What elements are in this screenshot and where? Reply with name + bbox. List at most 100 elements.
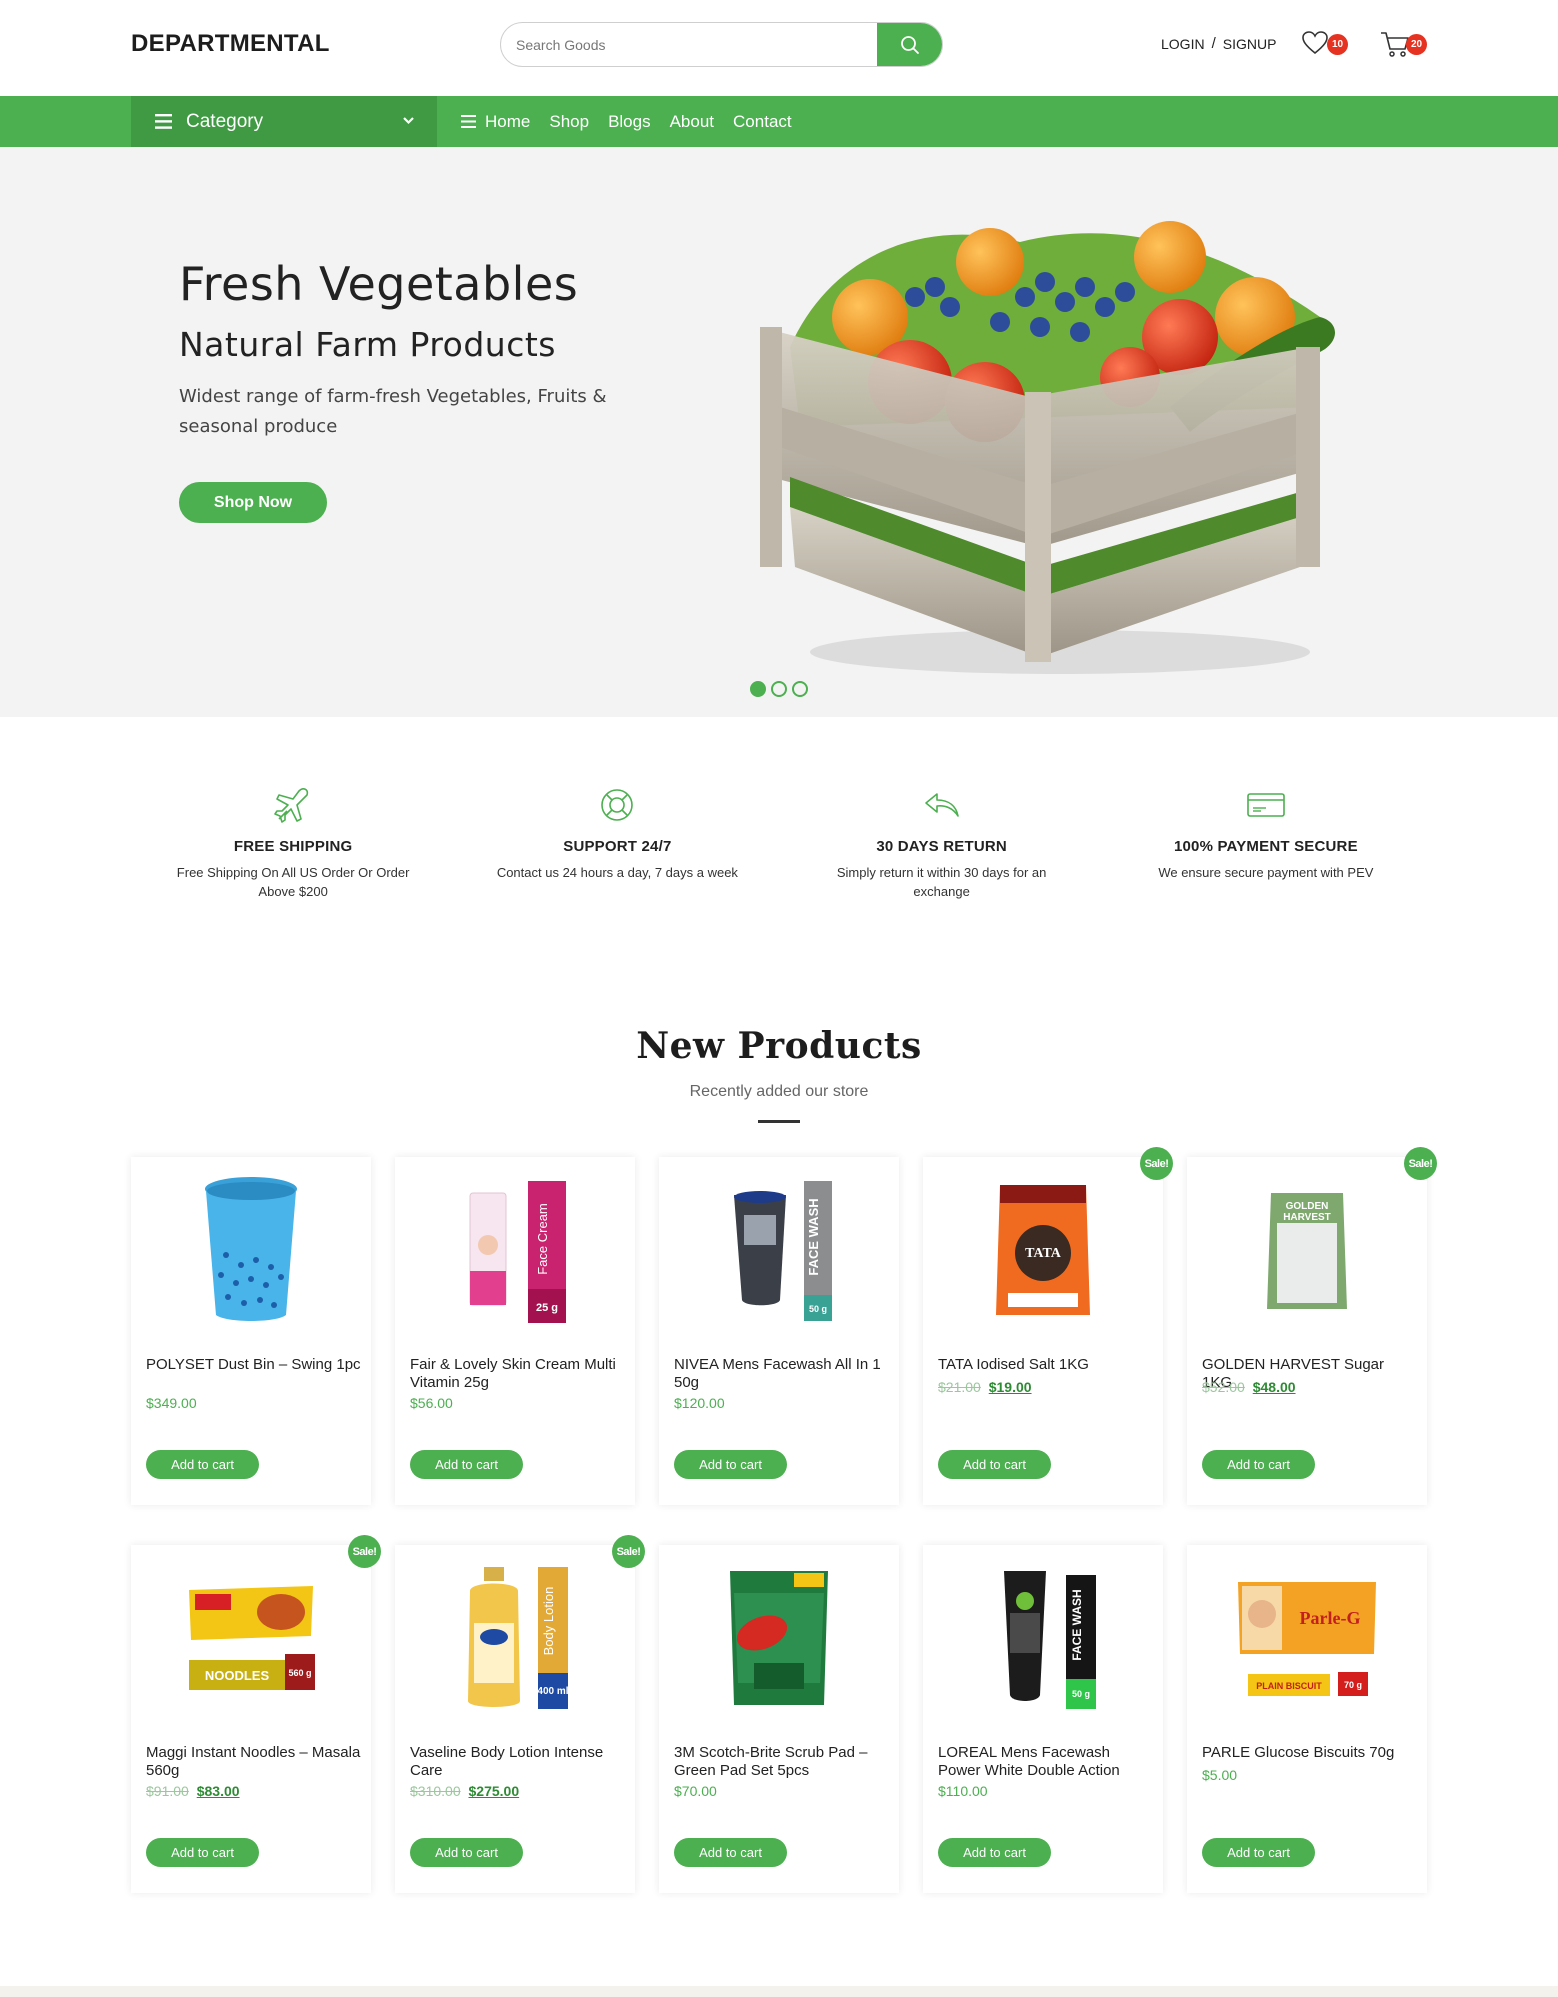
product-card[interactable]: Sale! NOODLES 560 g Maggi Instant Noodle… (131, 1535, 381, 1893)
product-card[interactable]: Sale! GOLDEN HARVEST GOLDEN HARVEST Suga… (1187, 1147, 1437, 1505)
nav-contact[interactable]: Contact (733, 112, 792, 132)
features-row: FREE SHIPPING Free Shipping On All US Or… (131, 785, 1428, 925)
product-name[interactable]: TATA Iodised Salt 1KG (938, 1356, 1153, 1374)
product-price: $21.00 $19.00 (938, 1379, 1032, 1395)
return-arrow-icon (924, 793, 959, 817)
svg-text:HARVEST: HARVEST (1283, 1212, 1331, 1223)
product-qty: 400 ml (537, 1686, 568, 1697)
product-image-lotion[interactable]: Body Lotion 400 ml (435, 1563, 595, 1713)
product-name[interactable]: LOREAL Mens Facewash Power White Double … (938, 1744, 1153, 1780)
main-menu: Home Shop Blogs About Contact (461, 96, 792, 147)
auth-links: LOGIN / SIGNUP (1161, 35, 1276, 52)
search-button[interactable] (877, 23, 942, 66)
current-price: $83.00 (196, 1783, 240, 1799)
sale-badge: Sale! (1140, 1147, 1173, 1180)
add-to-cart-button[interactable]: Add to cart (410, 1450, 523, 1479)
auth-separator: / (1211, 35, 1216, 52)
product-qty: 50 g (1072, 1689, 1090, 1699)
product-image-salt[interactable]: TATA (963, 1175, 1123, 1325)
search-bar (500, 22, 943, 67)
product-image-loreal-facewash[interactable]: FACE WASH 50 g (963, 1563, 1123, 1713)
add-to-cart-button[interactable]: Add to cart (1202, 1450, 1315, 1479)
wishlist-button[interactable]: 10 (1301, 30, 1348, 61)
section-subtitle: Recently added our store (689, 1083, 869, 1100)
product-name[interactable]: 3M Scotch-Brite Scrub Pad – Green Pad Se… (674, 1744, 889, 1780)
product-image-face-cream[interactable]: Face Cream 25 g (435, 1175, 595, 1325)
product-card[interactable]: Sale! TATA TATA Iodised Salt 1KG $21.00 … (923, 1147, 1173, 1505)
feature-text: Simply return it within 30 days for an e… (836, 865, 1047, 899)
old-price: $21.00 (938, 1379, 981, 1395)
product-image-dustbin[interactable] (171, 1175, 331, 1325)
add-to-cart-button[interactable]: Add to cart (674, 1450, 787, 1479)
product-image-sugar[interactable]: GOLDEN HARVEST (1227, 1175, 1387, 1325)
product-price: $120.00 (674, 1395, 725, 1411)
product-card[interactable]: 3M Scotch-Brite Scrub Pad – Green Pad Se… (659, 1545, 899, 1893)
slider-dot-2[interactable] (771, 681, 787, 697)
add-to-cart-button[interactable]: Add to cart (938, 1450, 1051, 1479)
section-divider (758, 1120, 800, 1123)
shop-now-button[interactable]: Shop Now (179, 482, 327, 523)
feature-return: 30 DAYS RETURN Simply return it within 3… (780, 785, 1104, 925)
product-card[interactable]: Sale! Body Lotion 400 ml Vaseline Body L… (395, 1535, 645, 1893)
product-grid-section: POLYSET Dust Bin – Swing 1pc $349.00 Add… (131, 1147, 1437, 1893)
search-input[interactable] (501, 23, 879, 66)
feature-text: Free Shipping On All US Order Or Order A… (176, 865, 410, 899)
category-label: Category (186, 110, 264, 132)
product-card[interactable]: POLYSET Dust Bin – Swing 1pc $349.00 Add… (131, 1157, 371, 1505)
product-price: $349.00 (146, 1395, 197, 1411)
feature-text: We ensure secure payment with PEV (1158, 865, 1374, 880)
product-grid: POLYSET Dust Bin – Swing 1pc $349.00 Add… (131, 1147, 1437, 1893)
site-logo[interactable]: DEPARTMENTAL (131, 30, 330, 58)
nav-home[interactable]: Home (485, 112, 530, 132)
product-name[interactable]: Vaseline Body Lotion Intense Care (410, 1744, 625, 1780)
add-to-cart-button[interactable]: Add to cart (410, 1838, 523, 1867)
product-tag: Face Cream (535, 1203, 550, 1275)
product-image-noodles[interactable]: NOODLES 560 g (171, 1563, 331, 1713)
current-price: $70.00 (674, 1783, 717, 1799)
slider-dot-3[interactable] (792, 681, 808, 697)
category-dropdown[interactable]: Category (131, 96, 437, 147)
vegetable-crate-image (760, 221, 1335, 674)
product-price: $56.00 (410, 1395, 453, 1411)
feature-title: FREE SHIPPING (233, 838, 353, 855)
hero-title: Fresh Vegetables (179, 257, 579, 311)
section-title: New Products (636, 1025, 922, 1067)
product-name[interactable]: NIVEA Mens Facewash All In 1 50g (674, 1356, 889, 1392)
current-price: $120.00 (674, 1395, 725, 1411)
product-tag: PLAIN BISCUIT (1256, 1681, 1322, 1691)
product-image-face-wash[interactable]: FACE WASH 50 g (699, 1175, 859, 1325)
product-price: $91.00 $83.00 (146, 1783, 240, 1799)
slider-dot-1[interactable] (750, 681, 766, 697)
product-name[interactable]: PARLE Glucose Biscuits 70g (1202, 1744, 1417, 1762)
nav-blogs[interactable]: Blogs (608, 112, 651, 132)
product-price: $70.00 (674, 1783, 717, 1799)
add-to-cart-button[interactable]: Add to cart (1202, 1838, 1315, 1867)
product-image-scrub-pad[interactable] (699, 1563, 859, 1713)
add-to-cart-button[interactable]: Add to cart (146, 1838, 259, 1867)
product-tag: NOODLES (205, 1668, 270, 1683)
sale-badge: Sale! (1404, 1147, 1437, 1180)
product-name[interactable]: Fair & Lovely Skin Cream Multi Vitamin 2… (410, 1356, 625, 1392)
add-to-cart-button[interactable]: Add to cart (146, 1450, 259, 1479)
product-card[interactable]: Face Cream 25 g Fair & Lovely Skin Cream… (395, 1157, 635, 1505)
login-link[interactable]: LOGIN (1161, 36, 1205, 52)
feature-title: SUPPORT 24/7 (563, 838, 672, 855)
feature-text: Contact us 24 hours a day, 7 days a week (496, 865, 738, 880)
feature-free-shipping: FREE SHIPPING Free Shipping On All US Or… (131, 785, 455, 925)
add-to-cart-button[interactable]: Add to cart (674, 1838, 787, 1867)
product-tag: Body Lotion (541, 1587, 556, 1656)
cart-button[interactable]: 20 (1380, 30, 1427, 63)
svg-text:Parle-G: Parle-G (1300, 1608, 1361, 1628)
product-card[interactable]: Parle-G PLAIN BISCUIT 70 g PARLE Glucose… (1187, 1545, 1427, 1893)
product-card[interactable]: FACE WASH 50 g NIVEA Mens Facewash All I… (659, 1157, 899, 1505)
product-name[interactable]: Maggi Instant Noodles – Masala 560g (146, 1744, 361, 1780)
product-name[interactable]: POLYSET Dust Bin – Swing 1pc (146, 1356, 361, 1374)
signup-link[interactable]: SIGNUP (1223, 36, 1277, 52)
add-to-cart-button[interactable]: Add to cart (938, 1838, 1051, 1867)
svg-text:TATA: TATA (1025, 1246, 1062, 1261)
nav-about[interactable]: About (670, 112, 714, 132)
product-card[interactable]: FACE WASH 50 g LOREAL Mens Facewash Powe… (923, 1545, 1163, 1893)
current-price: $110.00 (938, 1783, 988, 1799)
product-image-biscuits[interactable]: Parle-G PLAIN BISCUIT 70 g (1227, 1563, 1387, 1713)
nav-shop[interactable]: Shop (549, 112, 589, 132)
